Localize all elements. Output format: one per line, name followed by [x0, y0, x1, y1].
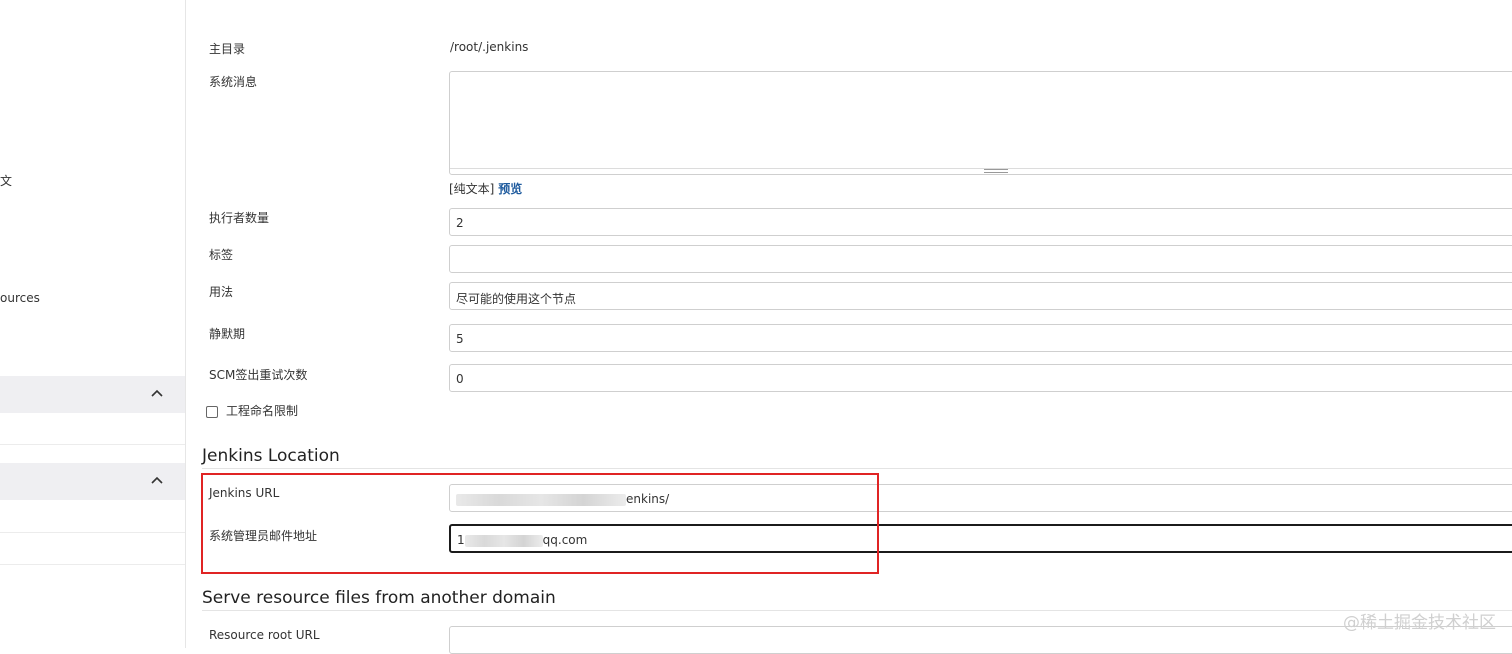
executors-value: 2 [456, 216, 464, 230]
watermark: @稀土掘金技术社区 [1343, 613, 1496, 633]
sidebar-divider [0, 444, 185, 445]
highlight-box [201, 473, 879, 574]
plain-text-mode: [纯文本] [449, 182, 495, 196]
sidebar-item-fragment[interactable]: 文 [0, 172, 12, 189]
system-message-textarea[interactable] [449, 71, 1512, 175]
home-dir-value: /root/.jenkins [450, 40, 529, 54]
preview-link[interactable]: 预览 [498, 182, 522, 196]
sidebar-panel-header-2[interactable] [0, 463, 185, 500]
quiet-period-input[interactable]: 5 [449, 324, 1512, 352]
editor-mode-links: [纯文本] 预览 [449, 180, 522, 197]
sidebar: 文 ources [0, 0, 186, 648]
executors-input[interactable]: 2 [449, 208, 1512, 236]
quiet-period-value: 5 [456, 332, 464, 346]
chevron-up-icon[interactable] [151, 475, 163, 487]
scm-retry-value: 0 [456, 372, 464, 386]
usage-selected-value: 尽可能的使用这个节点 [456, 292, 577, 306]
project-naming-checkbox[interactable] [206, 405, 218, 418]
chevron-up-icon[interactable] [151, 388, 163, 400]
scm-retry-input[interactable]: 0 [449, 364, 1512, 392]
sidebar-divider [0, 564, 185, 565]
config-form: 主目录 /root/.jenkins 系统消息 [纯文本] 预览 执行者数量 2… [186, 0, 1512, 654]
labels-input[interactable] [449, 245, 1512, 273]
sidebar-item-resources[interactable]: ources [0, 291, 40, 305]
project-naming-label: 工程命名限制 [226, 404, 299, 418]
sidebar-divider [0, 532, 185, 533]
resource-domain-title: Serve resource files from another domain [202, 588, 556, 608]
usage-label: 用法 [209, 285, 234, 299]
sidebar-panel-header-1[interactable] [0, 376, 185, 413]
labels-label: 标签 [209, 248, 234, 262]
textarea-divider [450, 168, 1512, 169]
scm-retry-label: SCM签出重试次数 [209, 368, 308, 382]
resource-root-url-label: Resource root URL [209, 628, 320, 642]
home-dir-label: 主目录 [209, 42, 246, 56]
jenkins-location-title: Jenkins Location [202, 446, 340, 466]
executors-label: 执行者数量 [209, 211, 270, 225]
project-naming-row: 工程命名限制 [206, 402, 298, 419]
section-divider [202, 610, 1512, 611]
quiet-period-label: 静默期 [209, 327, 246, 341]
section-divider [202, 468, 1512, 469]
usage-select[interactable]: 尽可能的使用这个节点 [449, 282, 1512, 310]
system-message-label: 系统消息 [209, 75, 258, 89]
resize-handle[interactable] [984, 169, 1008, 173]
